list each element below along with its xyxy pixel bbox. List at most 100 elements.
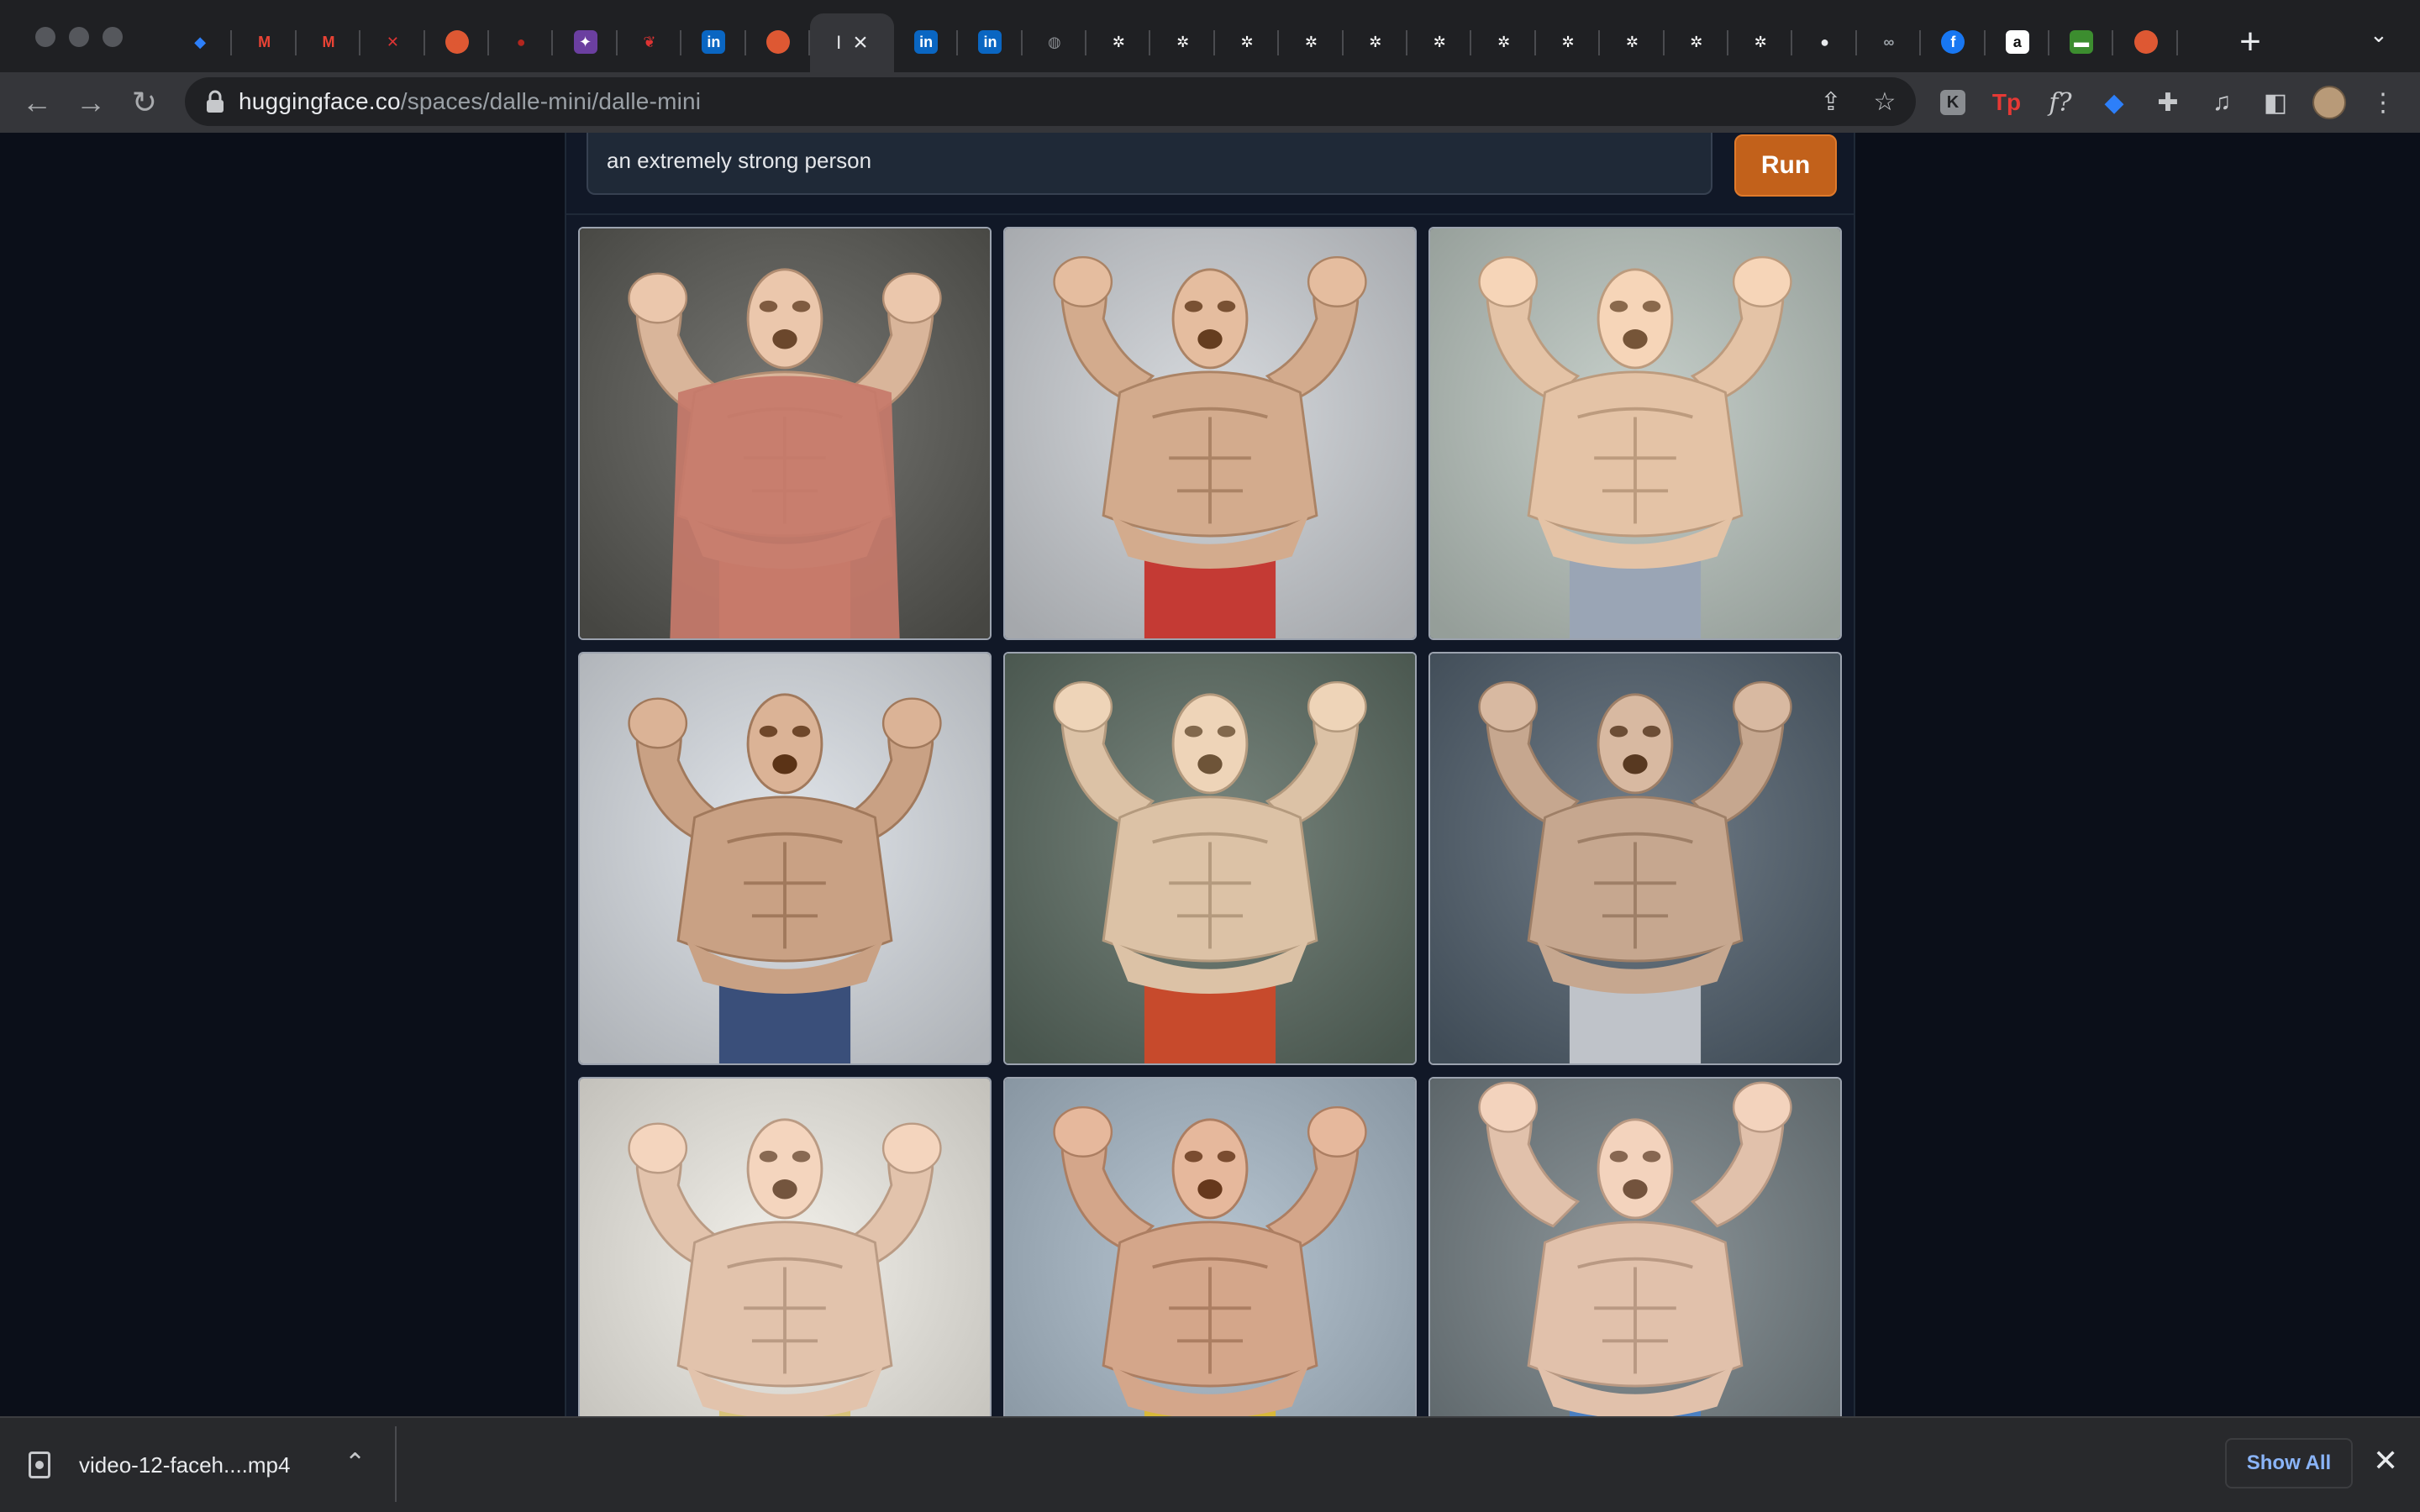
share-icon[interactable]: ⇪	[1815, 86, 1847, 118]
muscle-figure-image	[1430, 654, 1840, 1063]
tab[interactable]: ●	[746, 13, 811, 71]
linkedin-icon: in	[978, 30, 1002, 54]
download-shelf: video-12-faceh....mp4 ⌃ Show All ✕	[0, 1416, 2420, 1512]
generated-image-9[interactable]	[1428, 1077, 1842, 1416]
muscle-figure-image	[1430, 1079, 1840, 1416]
tab[interactable]: ✲	[1407, 13, 1472, 71]
tab[interactable]: ●	[425, 13, 490, 71]
file-icon	[29, 1452, 50, 1478]
zoom-window-button[interactable]	[103, 27, 123, 47]
tab[interactable]: ✲	[1344, 13, 1408, 71]
page-viewport: an extremely strong person Run	[0, 133, 2420, 1416]
tab[interactable]: ✲	[1279, 13, 1344, 71]
chevron-up-icon[interactable]: ⌃	[345, 1448, 366, 1478]
extension-formula-icon[interactable]: f?	[2042, 84, 2079, 121]
facebook-icon: f	[1941, 30, 1965, 54]
bookmark-flag-icon: ✕	[386, 34, 399, 50]
tab-list: ◆ M M ✕ ● ● ✦ ❦ in ● I × in in ◍ ✲ ✲ ✲ ✲ ✲ ✲ ✲ ✲ ✲ ✲ ✲ ● ∞ f a ▬ ●	[168, 13, 2179, 72]
extension-tp-icon[interactable]: Tp	[1988, 84, 2025, 121]
tab[interactable]: ✲	[1728, 13, 1793, 71]
close-window-button[interactable]	[35, 27, 55, 47]
extensions-puzzle-icon[interactable]: ✚	[2149, 84, 2186, 121]
side-panel-icon[interactable]: ◧	[2257, 84, 2294, 121]
tab[interactable]: f	[1921, 13, 1986, 71]
run-button[interactable]: Run	[1734, 134, 1837, 197]
tab[interactable]: M	[232, 13, 297, 71]
gmail-icon: M	[322, 34, 335, 50]
reload-icon[interactable]: ↻	[126, 84, 163, 121]
lock-icon	[207, 90, 224, 113]
tab[interactable]: ∞	[1857, 13, 1922, 71]
gear-favicon-icon: ✲	[1304, 34, 1318, 50]
tab[interactable]: ✕	[360, 13, 425, 71]
extension-k-icon[interactable]: K	[1934, 84, 1971, 121]
duckduckgo-icon: ●	[2133, 30, 2158, 54]
amazon-icon: a	[2005, 30, 2029, 54]
bookmark-star-icon[interactable]: ☆	[1869, 86, 1901, 118]
prompt-input-value: an extremely strong person	[607, 148, 872, 173]
tab[interactable]: ✲	[1665, 13, 1729, 71]
muscle-figure-image	[580, 654, 990, 1063]
new-tab-button[interactable]: +	[2235, 18, 2265, 66]
tab-search-icon[interactable]: ⌄	[2370, 22, 2388, 48]
tab-strip: ◆ M M ✕ ● ● ✦ ❦ in ● I × in in ◍ ✲ ✲ ✲ ✲ ✲ ✲ ✲ ✲ ✲ ✲ ✲ ● ∞ f a ▬ ● + ⌄	[0, 0, 2420, 84]
red-bird-icon: ❦	[643, 34, 656, 50]
muscle-figure-image	[1005, 654, 1415, 1063]
forward-icon[interactable]: →	[72, 84, 109, 121]
tab[interactable]: a	[1986, 13, 2050, 71]
close-icon[interactable]: ✕	[2373, 1443, 2398, 1478]
generated-image-7[interactable]	[578, 1077, 992, 1416]
tab[interactable]: ✲	[1150, 13, 1216, 71]
tab[interactable]: ✲	[1600, 13, 1665, 71]
prompt-input[interactable]: an extremely strong person	[587, 133, 1712, 195]
tab[interactable]: ✲	[1215, 13, 1280, 71]
tab[interactable]: ✲	[1471, 13, 1537, 71]
image-gallery	[578, 227, 1842, 1416]
download-file-name: video-12-faceh....mp4	[79, 1452, 291, 1478]
extension-sapphire-icon[interactable]: ◆	[2096, 84, 2133, 121]
linkedin-icon: in	[914, 30, 939, 54]
tab[interactable]: ●	[1792, 13, 1858, 71]
linkedin-icon: in	[702, 30, 726, 54]
section-divider	[566, 213, 1854, 215]
show-all-button[interactable]: Show All	[2225, 1438, 2353, 1488]
browser-menu-icon[interactable]: ⋮	[2365, 84, 2402, 121]
tab[interactable]: in	[894, 13, 959, 71]
tab[interactable]: ◍	[1023, 13, 1087, 71]
media-control-icon[interactable]: ♫	[2203, 84, 2240, 121]
back-icon[interactable]: ←	[18, 84, 55, 121]
generated-image-8[interactable]	[1003, 1077, 1417, 1416]
dalle-mini-app: an extremely strong person Run	[565, 133, 1855, 1416]
tab-active[interactable]: I ×	[809, 13, 894, 72]
tab[interactable]: ✲	[1086, 13, 1151, 71]
tab[interactable]: ◆	[168, 13, 233, 71]
muscle-figure-image	[1005, 1079, 1415, 1416]
generated-image-5[interactable]	[1003, 652, 1417, 1065]
purple-app-icon: ✦	[573, 30, 597, 54]
generated-image-3[interactable]	[1428, 227, 1842, 640]
tab[interactable]: ▬	[2049, 13, 2114, 71]
profile-avatar[interactable]	[2311, 84, 2348, 121]
generated-image-1[interactable]	[578, 227, 992, 640]
generated-image-6[interactable]	[1428, 652, 1842, 1065]
minimize-window-button[interactable]	[69, 27, 89, 47]
generated-image-4[interactable]	[578, 652, 992, 1065]
tab[interactable]: ✲	[1536, 13, 1601, 71]
gear-favicon-icon: ✲	[1625, 34, 1639, 50]
tab-title: I	[836, 32, 842, 53]
tab-close-icon[interactable]: ×	[853, 29, 868, 57]
tab[interactable]: M	[297, 13, 361, 71]
tab[interactable]: in	[958, 13, 1023, 71]
green-card-icon: ▬	[2070, 30, 2094, 54]
generated-image-2[interactable]	[1003, 227, 1417, 640]
download-item[interactable]: video-12-faceh....mp4	[29, 1440, 290, 1490]
tab[interactable]: ❦	[618, 13, 682, 71]
browser-toolbar: ← → ↻ huggingface.co/spaces/dalle-mini/d…	[0, 72, 2420, 133]
tab[interactable]: ✦	[553, 13, 618, 71]
tab[interactable]: in	[681, 13, 746, 71]
muscle-figure-image	[1005, 228, 1415, 638]
tab[interactable]: ●	[2113, 13, 2179, 71]
muscle-figure-image	[580, 228, 990, 638]
address-bar[interactable]: huggingface.co/spaces/dalle-mini/dalle-m…	[185, 77, 1916, 126]
tab[interactable]: ●	[489, 13, 554, 71]
